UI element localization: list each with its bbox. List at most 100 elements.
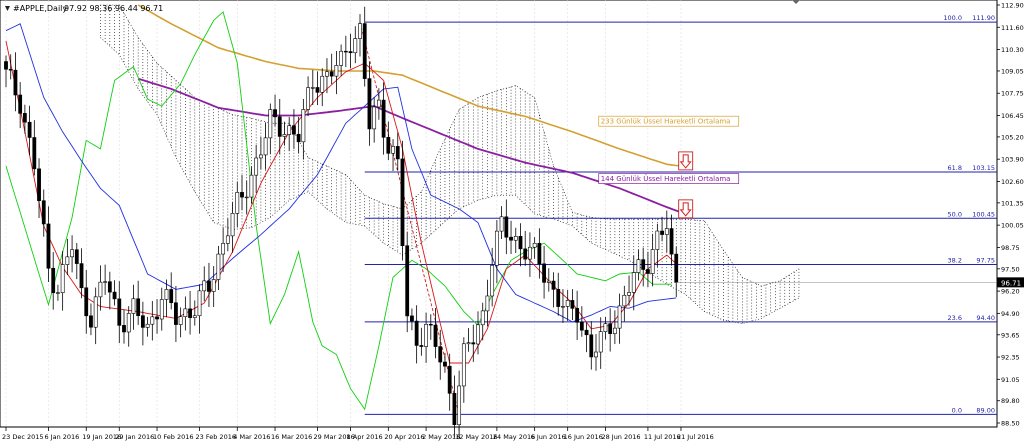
candle-body[interactable] xyxy=(211,279,216,292)
candle-body[interactable] xyxy=(140,315,145,328)
candle-body[interactable] xyxy=(466,342,471,345)
candle-body[interactable] xyxy=(528,246,532,260)
candle-body[interactable] xyxy=(37,168,41,201)
candle-body[interactable] xyxy=(650,249,655,274)
candle-body[interactable] xyxy=(612,327,617,334)
candle-body[interactable] xyxy=(244,196,249,199)
candle-body[interactable] xyxy=(117,298,122,326)
candle-body[interactable] xyxy=(150,316,155,325)
candle-body[interactable] xyxy=(570,300,575,309)
candle-body[interactable] xyxy=(504,216,509,238)
candle-body[interactable] xyxy=(89,315,93,328)
candle-body[interactable] xyxy=(18,94,23,114)
candle-body[interactable] xyxy=(405,245,410,317)
candle-body[interactable] xyxy=(22,113,27,123)
candle-body[interactable] xyxy=(584,329,589,336)
candle-body[interactable] xyxy=(461,343,466,387)
candle-body[interactable] xyxy=(192,315,197,318)
candle-body[interactable] xyxy=(4,61,8,70)
candle-body[interactable] xyxy=(263,137,268,156)
candle-body[interactable] xyxy=(51,267,56,294)
candle-body[interactable] xyxy=(523,248,528,260)
candle-body[interactable] xyxy=(386,137,391,154)
candle-body[interactable] xyxy=(494,230,499,266)
candle-body[interactable] xyxy=(74,249,79,264)
candle-body[interactable] xyxy=(362,23,367,79)
candle-body[interactable] xyxy=(603,323,608,332)
candle-body[interactable] xyxy=(655,230,660,250)
candle-body[interactable] xyxy=(268,109,273,139)
candle-body[interactable] xyxy=(32,137,37,170)
candle-body[interactable] xyxy=(480,310,485,326)
candle-body[interactable] xyxy=(476,324,480,345)
candle-body[interactable] xyxy=(348,51,353,54)
candle-body[interactable] xyxy=(636,259,641,273)
candle-body[interactable] xyxy=(509,236,513,241)
candle-body[interactable] xyxy=(273,109,277,118)
candle-body[interactable] xyxy=(339,50,344,66)
candle-body[interactable] xyxy=(376,99,381,108)
candle-body[interactable] xyxy=(98,281,103,298)
candle-body[interactable] xyxy=(410,315,414,322)
candle-body[interactable] xyxy=(183,308,188,318)
candle-body[interactable] xyxy=(447,365,452,394)
candle-body[interactable] xyxy=(631,272,636,293)
candle-body[interactable] xyxy=(674,253,679,283)
candle-body[interactable] xyxy=(546,280,551,283)
candle-body[interactable] xyxy=(84,287,89,317)
candle-body[interactable] xyxy=(230,213,235,237)
candle-body[interactable] xyxy=(13,69,18,96)
candle-body[interactable] xyxy=(646,269,650,274)
candle-body[interactable] xyxy=(277,116,282,137)
candle-body[interactable] xyxy=(433,324,438,347)
candle-body[interactable] xyxy=(400,158,405,247)
candle-body[interactable] xyxy=(551,280,556,290)
candle-body[interactable] xyxy=(589,334,594,358)
candle-body[interactable] xyxy=(575,308,580,323)
candle-body[interactable] xyxy=(221,243,226,255)
candle-body[interactable] xyxy=(367,78,372,130)
candle-body[interactable] xyxy=(197,290,202,317)
candle-body[interactable] xyxy=(207,280,211,292)
candle-body[interactable] xyxy=(452,393,457,426)
candle-body[interactable] xyxy=(353,38,358,54)
candle-body[interactable] xyxy=(60,264,65,293)
candle-body[interactable] xyxy=(249,174,254,198)
candle-body[interactable] xyxy=(381,99,386,138)
candle-body[interactable] xyxy=(107,281,112,293)
candle-body[interactable] xyxy=(240,192,244,198)
candle-body[interactable] xyxy=(155,316,159,320)
candle-body[interactable] xyxy=(287,125,292,135)
candle-body[interactable] xyxy=(424,323,428,347)
candle-body[interactable] xyxy=(542,263,546,283)
candle-body[interactable] xyxy=(594,351,598,358)
candle-body[interactable] xyxy=(669,228,674,255)
candle-body[interactable] xyxy=(556,289,561,307)
candle-body[interactable] xyxy=(164,289,169,300)
candle-body[interactable] xyxy=(617,305,622,329)
candle-body[interactable] xyxy=(358,23,362,39)
candle-body[interactable] xyxy=(258,154,263,159)
candle-body[interactable] xyxy=(225,235,230,244)
candle-body[interactable] xyxy=(329,71,334,77)
candle-body[interactable] xyxy=(254,157,259,176)
candle-body[interactable] xyxy=(537,242,542,265)
candle-body[interactable] xyxy=(499,216,504,232)
candle-body[interactable] xyxy=(372,106,377,130)
candle-body[interactable] xyxy=(490,265,495,297)
candle-body[interactable] xyxy=(443,361,447,367)
price-chart[interactable]: 100.0 111.90 61.8 103.15 50.0 100.45 38.2 97.75… xyxy=(0,0,1024,444)
candle-body[interactable] xyxy=(325,71,329,77)
candle-body[interactable] xyxy=(188,308,192,318)
candle-body[interactable] xyxy=(145,323,150,328)
candle-body[interactable] xyxy=(485,295,490,312)
candle-body[interactable] xyxy=(664,228,669,235)
candle-body[interactable] xyxy=(438,346,443,363)
candle-body[interactable] xyxy=(310,87,315,89)
candle-body[interactable] xyxy=(174,302,178,325)
candle-body[interactable] xyxy=(622,294,627,307)
candle-body[interactable] xyxy=(334,65,339,77)
candle-body[interactable] xyxy=(518,236,523,250)
candle-body[interactable] xyxy=(202,280,207,292)
candle-body[interactable] xyxy=(79,263,84,289)
